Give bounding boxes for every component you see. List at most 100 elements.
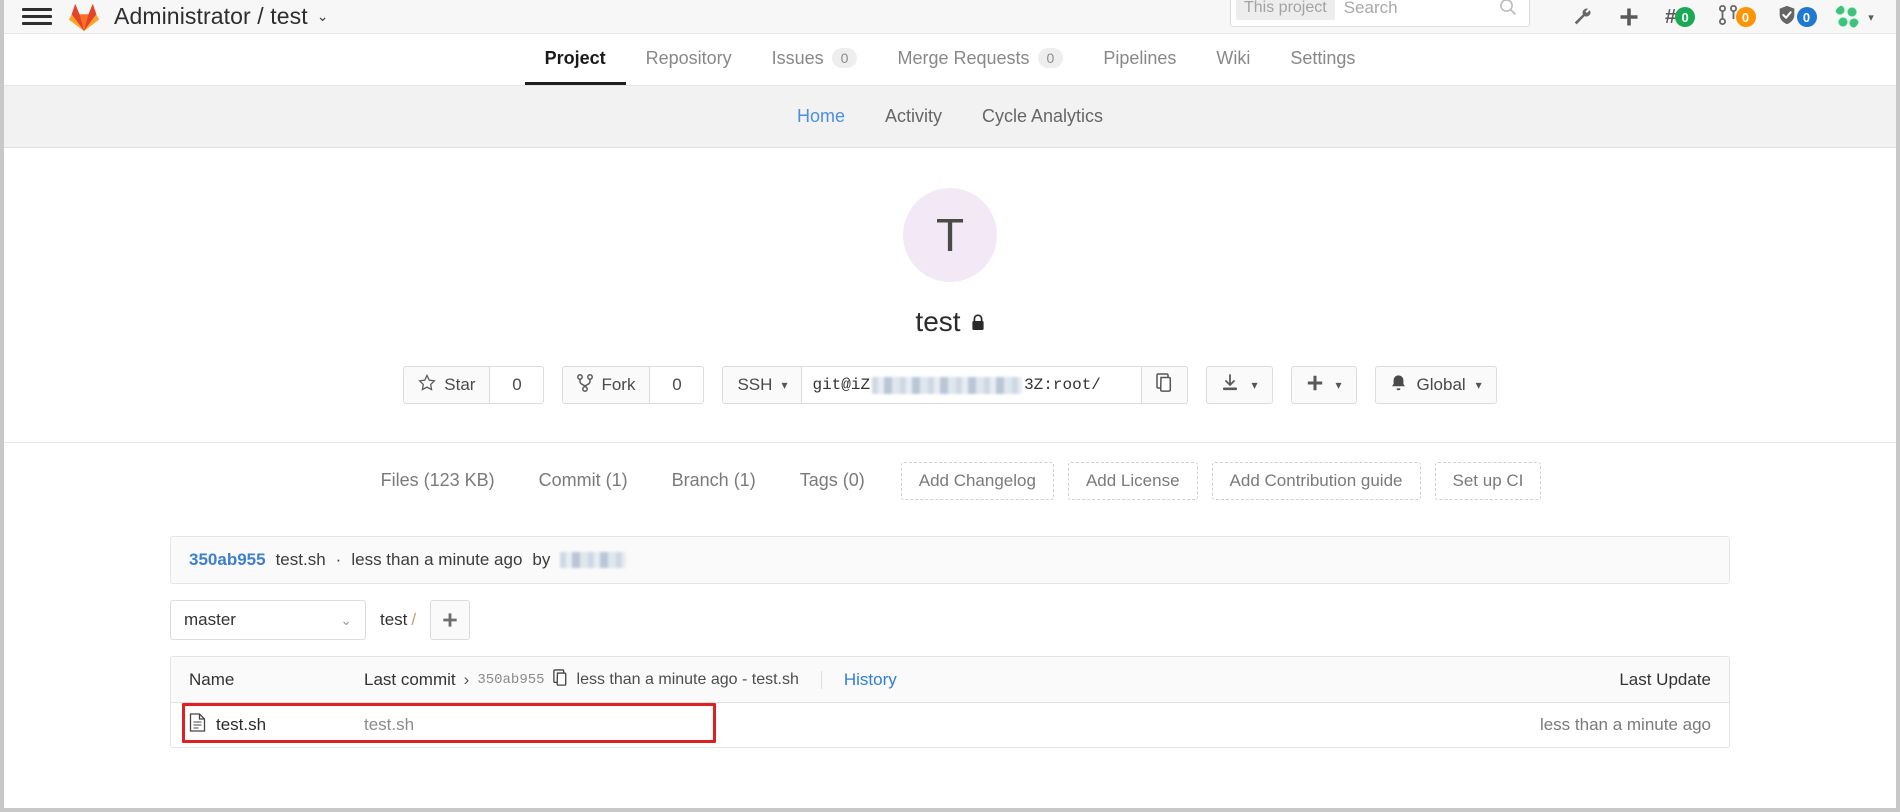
last-commit-sha[interactable]: 350ab955 — [477, 672, 544, 688]
project-avatar: T — [903, 188, 997, 282]
download-chevron-down-icon: ▾ — [1251, 378, 1258, 392]
copy-clone-url-button[interactable] — [1142, 366, 1189, 404]
add-new-button[interactable]: ▾ — [1290, 366, 1357, 404]
subnav-item-activity[interactable]: Activity — [865, 106, 962, 127]
breadcrumb: test / — [380, 610, 416, 630]
star-count[interactable]: 0 — [490, 366, 545, 404]
search-box[interactable]: This project Search — [1230, 0, 1530, 27]
add-to-tree-button[interactable] — [430, 600, 471, 640]
tab-pipelines-label: Pipelines — [1103, 47, 1177, 68]
file-commit-message: test.sh — [364, 715, 415, 734]
merge-requests-counter[interactable]: 0 — [1708, 4, 1766, 30]
tab-pipelines[interactable]: Pipelines — [1083, 34, 1196, 85]
commit-sha-link[interactable]: 350ab955 — [189, 550, 266, 570]
clone-url-group: SSH ▾ git@iZ 3Z:root/ — [722, 366, 1189, 404]
lock-icon — [971, 306, 985, 338]
tab-repository-label: Repository — [645, 47, 732, 68]
clone-protocol-dropdown[interactable]: SSH ▾ — [722, 366, 803, 404]
issues-counter[interactable]: # 0 — [1652, 6, 1708, 29]
stat-tags[interactable]: Tags (0) — [778, 470, 887, 491]
tab-merge-requests-label: Merge Requests — [897, 47, 1030, 68]
page-title: test — [4, 306, 1896, 338]
file-table-header: Name Last commit › 350ab955 less than a … — [171, 657, 1729, 703]
merge-request-icon — [1718, 4, 1737, 30]
tab-settings-label: Settings — [1290, 47, 1356, 68]
tab-issues[interactable]: Issues 0 — [752, 34, 878, 85]
fork-count[interactable]: 0 — [650, 366, 705, 404]
tab-merge-requests[interactable]: Merge Requests 0 — [877, 34, 1083, 85]
search-icon — [1499, 0, 1517, 21]
tab-issues-label: Issues — [771, 47, 824, 68]
branch-chevron-down-icon: ⌄ — [340, 611, 352, 628]
clone-url-redacted — [872, 376, 1023, 394]
gitlab-project-page: Administrator / test ⌄ This project Sear… — [0, 0, 1900, 812]
subnav-item-home[interactable]: Home — [777, 106, 865, 127]
divider — [820, 670, 822, 689]
download-source-button[interactable]: ▾ — [1206, 366, 1273, 404]
copy-icon[interactable] — [552, 668, 569, 691]
bell-icon — [1390, 374, 1407, 397]
star-button[interactable]: Star — [403, 366, 491, 404]
tab-project-label: Project — [544, 47, 606, 68]
history-link[interactable]: History — [844, 670, 897, 690]
search-scope-chip[interactable]: This project — [1236, 0, 1335, 20]
copy-clipboard-icon — [1156, 373, 1174, 397]
clone-url-input[interactable]: git@iZ 3Z:root/ — [802, 366, 1143, 404]
user-menu[interactable]: ▾ — [1826, 4, 1882, 30]
notification-chevron-down-icon: ▾ — [1475, 378, 1482, 392]
clone-protocol-label: SSH — [737, 375, 773, 394]
subnav-item-cycle-analytics[interactable]: Cycle Analytics — [962, 106, 1123, 127]
tab-merge-requests-count: 0 — [1037, 48, 1064, 68]
fork-icon — [577, 373, 594, 397]
column-header-last-update: Last Update — [1619, 669, 1711, 689]
stat-branches[interactable]: Branch (1) — [650, 470, 778, 491]
tab-wiki[interactable]: Wiki — [1196, 34, 1270, 85]
commit-separator: · — [335, 550, 342, 569]
stat-commits[interactable]: Commit (1) — [517, 470, 650, 491]
file-icon — [189, 713, 206, 737]
hamburger-menu-icon[interactable] — [22, 6, 52, 28]
fork-button[interactable]: Fork — [562, 366, 651, 404]
repository-content: 350ab955 test.sh · less than a minute ag… — [170, 536, 1730, 748]
breadcrumb-root[interactable]: test — [380, 610, 407, 629]
branch-selector-label: master — [184, 610, 236, 629]
add-license-button[interactable]: Add License — [1067, 461, 1198, 500]
project-subnav: Home Activity Cycle Analytics — [4, 86, 1896, 148]
project-stats-bar: Files (123 KB) Commit (1) Branch (1) Tag… — [4, 442, 1896, 518]
tab-settings[interactable]: Settings — [1270, 34, 1375, 85]
file-last-update: less than a minute ago — [1539, 715, 1711, 734]
file-name-cell[interactable]: test.sh — [189, 713, 364, 737]
add-changelog-button[interactable]: Add Changelog — [900, 461, 1054, 500]
add-contribution-guide-button[interactable]: Add Contribution guide — [1211, 461, 1421, 500]
commit-message: test.sh — [275, 550, 326, 569]
star-group: Star 0 — [403, 366, 545, 404]
breadcrumb-chevron-down-icon[interactable]: ⌄ — [317, 8, 329, 25]
project-breadcrumb[interactable]: Administrator / test — [114, 3, 308, 30]
branch-selector[interactable]: master ⌄ — [170, 600, 366, 640]
search-input[interactable]: Search — [1344, 0, 1398, 18]
issues-count-badge: 0 — [1675, 7, 1696, 27]
project-hero: T test Star 0 Fork 0 SSH ▾ git@iZ 3Z:roo… — [4, 148, 1896, 404]
clone-url-prefix: git@iZ — [812, 376, 871, 394]
avatar — [1834, 4, 1861, 30]
breadcrumb-separator: / — [411, 610, 417, 629]
tab-project[interactable]: Project — [524, 34, 626, 85]
admin-wrench-icon[interactable] — [1560, 6, 1606, 28]
fork-group: Fork 0 — [562, 366, 705, 404]
project-name-label: test — [915, 306, 961, 337]
todos-counter[interactable]: 0 — [1766, 4, 1826, 31]
tab-repository[interactable]: Repository — [626, 34, 752, 85]
gitlab-tanuki-logo[interactable] — [68, 2, 100, 32]
add-new-chevron-down-icon: ▾ — [1335, 378, 1342, 392]
project-action-buttons: Star 0 Fork 0 SSH ▾ git@iZ 3Z:root/ ▾ ▾ … — [4, 366, 1896, 404]
new-item-plus-icon[interactable] — [1606, 7, 1652, 27]
stat-files[interactable]: Files (123 KB) — [359, 470, 517, 491]
project-nav-tabs: Project Repository Issues 0 Merge Reques… — [4, 34, 1896, 86]
set-up-ci-button[interactable]: Set up CI — [1434, 461, 1542, 500]
last-commit-banner: 350ab955 test.sh · less than a minute ag… — [170, 536, 1730, 584]
merge-requests-count-badge: 0 — [1735, 7, 1756, 27]
table-row[interactable]: test.sh test.sh less than a minute ago — [171, 703, 1729, 747]
commit-author-redacted — [560, 552, 627, 568]
notification-settings-button[interactable]: Global ▾ — [1374, 366, 1497, 404]
todos-check-icon — [1776, 4, 1798, 31]
